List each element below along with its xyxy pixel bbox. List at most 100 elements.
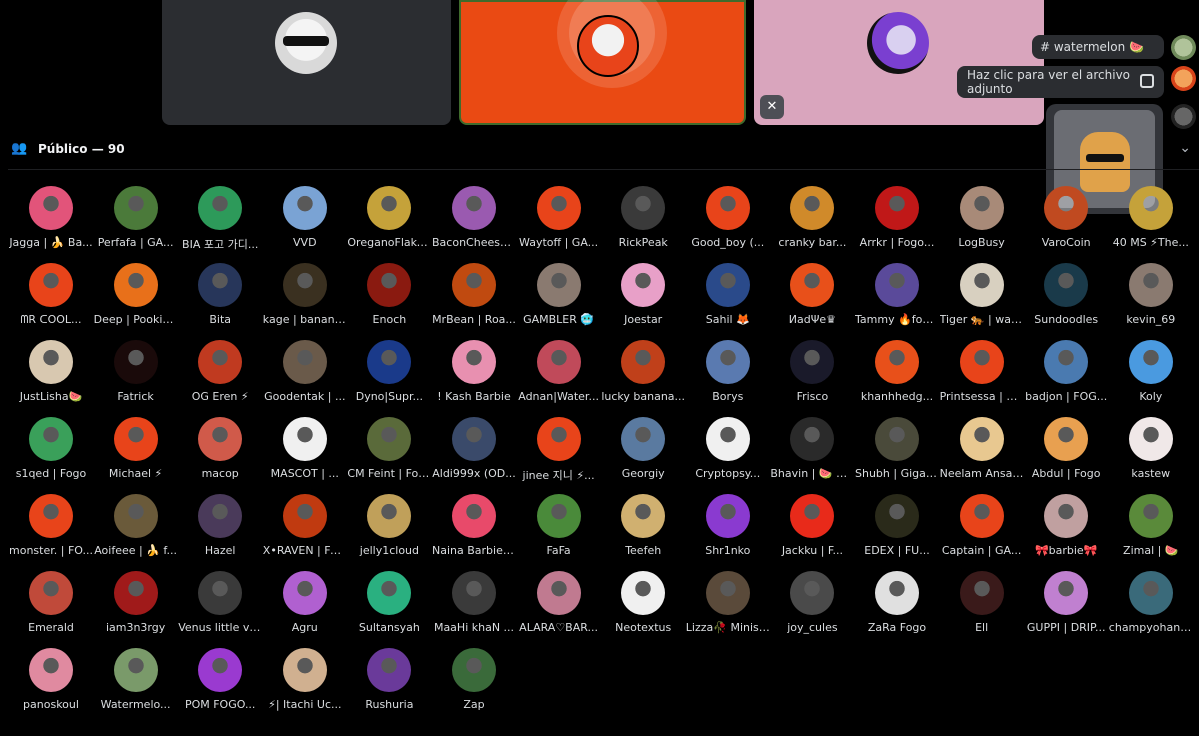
audience-member[interactable]: Joestar (601, 263, 685, 333)
audience-member[interactable]: Borys (686, 340, 770, 410)
audience-member[interactable]: VaroCoin (1024, 186, 1108, 256)
audience-member[interactable]: jinee 지니 ⚡... (517, 417, 601, 487)
audience-member[interactable]: Good_boy (... (686, 186, 770, 256)
audience-member[interactable]: MrBean | Roa... (432, 263, 516, 333)
audience-member[interactable]: Bhavin | 🍉 M... (770, 417, 854, 487)
avatar[interactable] (1171, 66, 1196, 91)
audience-member[interactable]: OG Eren ⚡ (178, 340, 262, 410)
audience-member[interactable]: cranky bar... (770, 186, 854, 256)
audience-member[interactable]: JustLisha🍉 (9, 340, 93, 410)
audience-member[interactable]: Koly (1109, 340, 1193, 410)
audience-member[interactable]: Aoifeee | 🍌 f... (94, 494, 178, 564)
audience-member[interactable]: badjon | FOG... (1024, 340, 1108, 410)
audience-member[interactable]: Watermelo... (94, 648, 178, 718)
audience-member[interactable]: lucky banana... (601, 340, 685, 410)
audience-member[interactable]: GUPPI | DRIP... (1024, 571, 1108, 641)
audience-member[interactable]: MASCOT | ... (263, 417, 347, 487)
audience-member[interactable]: VVD (263, 186, 347, 256)
audience-member[interactable]: Neotextus (601, 571, 685, 641)
audience-member[interactable]: Venus little va... (178, 571, 262, 641)
audience-member[interactable]: Jackku | F... (770, 494, 854, 564)
audience-member[interactable]: khanhhedg... (855, 340, 939, 410)
audience-member[interactable]: EDEX | FU... (855, 494, 939, 564)
audience-member[interactable]: Rushuria (347, 648, 431, 718)
audience-member[interactable]: s1qed | Fogo (9, 417, 93, 487)
audience-member[interactable]: Shr1nko (686, 494, 770, 564)
audience-member[interactable]: MaaHi khaN ... (432, 571, 516, 641)
audience-member[interactable]: Hazel (178, 494, 262, 564)
audience-member[interactable]: Sultansyah (347, 571, 431, 641)
audience-member[interactable]: Naina Barbie ... (432, 494, 516, 564)
audience-member[interactable]: BIA 포고 가디... (178, 186, 262, 256)
video-tile-2[interactable] (459, 0, 746, 125)
audience-member[interactable]: kevin_69 (1109, 263, 1193, 333)
audience-member[interactable]: CM Feint | Fogo (347, 417, 431, 487)
audience-member[interactable]: 🎀barbie🎀 (1024, 494, 1108, 564)
audience-member[interactable]: Teefeh (601, 494, 685, 564)
audience-member[interactable]: Goodentak | ... (263, 340, 347, 410)
audience-member[interactable]: monster. | FO... (9, 494, 93, 564)
audience-member[interactable]: Perfafa | GA... (94, 186, 178, 256)
audience-member[interactable]: champyohans... (1109, 571, 1193, 641)
audience-member[interactable]: Aldi999x (OD... (432, 417, 516, 487)
video-tile-1[interactable] (162, 0, 451, 125)
audience-member[interactable]: Zimal | 🍉 (1109, 494, 1193, 564)
audience-member[interactable]: ZaRa Fogo (855, 571, 939, 641)
audience-member[interactable]: X•RAVEN | Fur... (263, 494, 347, 564)
avatar[interactable] (1171, 35, 1196, 60)
audience-member[interactable]: POM FOGO... (178, 648, 262, 718)
audience-member[interactable]: ! Kash Barbie (432, 340, 516, 410)
audience-member[interactable]: Printsessa | H... (940, 340, 1024, 410)
audience-member[interactable]: Emerald (9, 571, 93, 641)
audience-member[interactable]: Georgiy (601, 417, 685, 487)
audience-member[interactable]: RickPeak (601, 186, 685, 256)
audience-member[interactable]: Zap (432, 648, 516, 718)
audience-member[interactable]: jelly1cloud (347, 494, 431, 564)
audience-member[interactable]: Arrkr | Fogo... (855, 186, 939, 256)
channel-notification[interactable]: # watermelon 🍉 (1032, 35, 1164, 59)
audience-member[interactable]: Adnan|Water... (517, 340, 601, 410)
audience-member[interactable]: ⚡| Itachi Uc... (263, 648, 347, 718)
audience-member[interactable]: Frisco (770, 340, 854, 410)
audience-member[interactable]: BaconCheese... (432, 186, 516, 256)
audience-member[interactable]: Fatrick (94, 340, 178, 410)
audience-member[interactable]: Shubh | Giga ... (855, 417, 939, 487)
audience-member[interactable]: Tiger 🐅 | wat... (940, 263, 1024, 333)
chevron-down-icon[interactable]: ⌄ (1179, 140, 1191, 156)
audience-member[interactable]: ᗰR ᑕOOL... (9, 263, 93, 333)
audience-member[interactable]: Agru (263, 571, 347, 641)
audience-member[interactable]: Tammy 🔥fog... (855, 263, 939, 333)
audience-member[interactable]: GAMBLER 🥶 (517, 263, 601, 333)
audience-member[interactable]: iam3n3rgy (94, 571, 178, 641)
audience-member[interactable]: Enoch (347, 263, 431, 333)
audience-member[interactable]: 40 MS ⚡The... (1109, 186, 1193, 256)
audience-member[interactable]: panoskoul (9, 648, 93, 718)
audience-member[interactable]: ALARA♡BAR... (517, 571, 601, 641)
audience-member[interactable]: Michael ⚡ (94, 417, 178, 487)
video-tile-3[interactable]: ✕ (754, 0, 1044, 125)
audience-member[interactable]: Cryptopsy... (686, 417, 770, 487)
audience-member[interactable]: Ell (940, 571, 1024, 641)
attachment-notification[interactable]: Haz clic para ver el archivo adjunto (957, 66, 1164, 98)
audience-member[interactable]: Dyno|Supr... (347, 340, 431, 410)
audience-member[interactable]: joy_cules (770, 571, 854, 641)
audience-member[interactable]: LogBusy (940, 186, 1024, 256)
audience-member[interactable]: Abdul | Fogo (1024, 417, 1108, 487)
audience-member[interactable]: Sundoodles (1024, 263, 1108, 333)
audience-member[interactable]: Neelam Ansar... (940, 417, 1024, 487)
audience-member[interactable]: ИadΨe♛ (770, 263, 854, 333)
audience-section-header[interactable]: 👥 Público — 90 ⌄ (0, 138, 1199, 162)
audience-member[interactable]: macop (178, 417, 262, 487)
audience-member[interactable]: Captain | GA... (940, 494, 1024, 564)
avatar[interactable] (1171, 104, 1196, 129)
audience-member[interactable]: FaFa (517, 494, 601, 564)
audience-member[interactable]: kage | banana... (263, 263, 347, 333)
audience-member[interactable]: Waytoff | GA... (517, 186, 601, 256)
audience-member[interactable]: Deep | Pookie ... (94, 263, 178, 333)
audience-member[interactable]: Bita (178, 263, 262, 333)
audience-member[interactable]: Sahil 🦊 (686, 263, 770, 333)
audience-member[interactable]: OreganoFlake... (347, 186, 431, 256)
audience-member[interactable]: Lizza🥀 Minist... (686, 571, 770, 641)
audience-member[interactable]: Jagga | 🍌 Ba... (9, 186, 93, 256)
audience-member[interactable]: kastew (1109, 417, 1193, 487)
